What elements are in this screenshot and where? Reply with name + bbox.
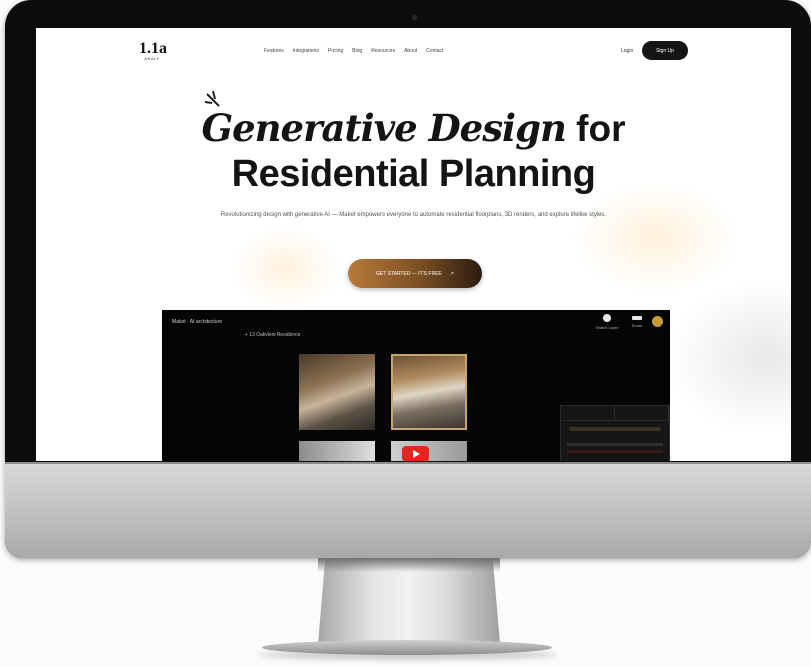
- hero-subtitle: Revolutionizing design with generative A…: [220, 212, 607, 218]
- hero-title-line1: Generative Design for: [36, 106, 791, 150]
- avatar[interactable]: [652, 316, 663, 327]
- share-label: Share: [631, 323, 643, 328]
- screen: 1.1a ANALY Features Integrations Pricing…: [36, 28, 791, 461]
- nav-link-blog[interactable]: Blog: [352, 48, 362, 54]
- camera-icon: [412, 15, 417, 20]
- login-link[interactable]: Login: [621, 48, 633, 54]
- app-breadcrumb: Maket · AI architecture: [172, 319, 223, 325]
- logo[interactable]: 1.1a ANALY: [139, 40, 167, 64]
- monitor-base: [262, 640, 552, 655]
- render-thumbnail-selected[interactable]: [391, 354, 467, 430]
- logo-mark: 1.1a: [139, 40, 167, 57]
- layers-icon: [603, 314, 611, 322]
- app-project-name: + 13 Oakview Residence: [245, 332, 301, 338]
- monitor-frame: 1.1a ANALY Features Integrations Pricing…: [5, 0, 811, 558]
- cta-label: GET STARTED — IT'S FREE: [376, 270, 442, 277]
- hero-title-italic: Generative Design: [201, 106, 566, 150]
- settings-panel: [560, 405, 670, 461]
- share-icon: [632, 316, 642, 320]
- panel-tab[interactable]: [561, 406, 615, 420]
- switch-layer-label: Switch Layer: [595, 325, 619, 330]
- signup-button[interactable]: Sign Up: [642, 41, 688, 60]
- hero-title-line2: Residential Planning: [231, 153, 596, 195]
- monitor-bezel: [5, 0, 811, 28]
- monitor-chin: [5, 462, 811, 558]
- panel-tab[interactable]: [615, 406, 669, 420]
- hero-title-plain: for: [565, 108, 626, 149]
- panel-field: [567, 450, 663, 453]
- render-thumbnail[interactable]: [299, 354, 375, 430]
- nav-link-contact[interactable]: Contact: [426, 48, 443, 54]
- share-button[interactable]: Share: [625, 314, 649, 328]
- app-preview: Maket · AI architecture + 13 Oakview Res…: [162, 310, 670, 461]
- render-thumbnail[interactable]: [299, 441, 375, 461]
- arrow-up-right-icon: ↗: [449, 270, 454, 277]
- monitor-divider: [5, 462, 811, 464]
- nav-link-integrations[interactable]: Integrations: [293, 48, 319, 54]
- switch-layer-button[interactable]: Switch Layer: [595, 314, 619, 330]
- nav-link-pricing[interactable]: Pricing: [328, 48, 343, 54]
- stand-shadow: [318, 558, 500, 572]
- youtube-play-icon[interactable]: [402, 446, 429, 461]
- get-started-button[interactable]: GET STARTED — IT'S FREE ↗: [348, 259, 482, 288]
- nav-link-about[interactable]: About: [404, 48, 417, 54]
- panel-field: [567, 443, 663, 446]
- nav-links: Features Integrations Pricing Blog Resou…: [264, 48, 443, 54]
- panel-field[interactable]: [569, 427, 661, 431]
- panel-tabs: [561, 406, 669, 421]
- nav-link-features[interactable]: Features: [264, 48, 284, 54]
- nav-link-resources[interactable]: Resources: [371, 48, 395, 54]
